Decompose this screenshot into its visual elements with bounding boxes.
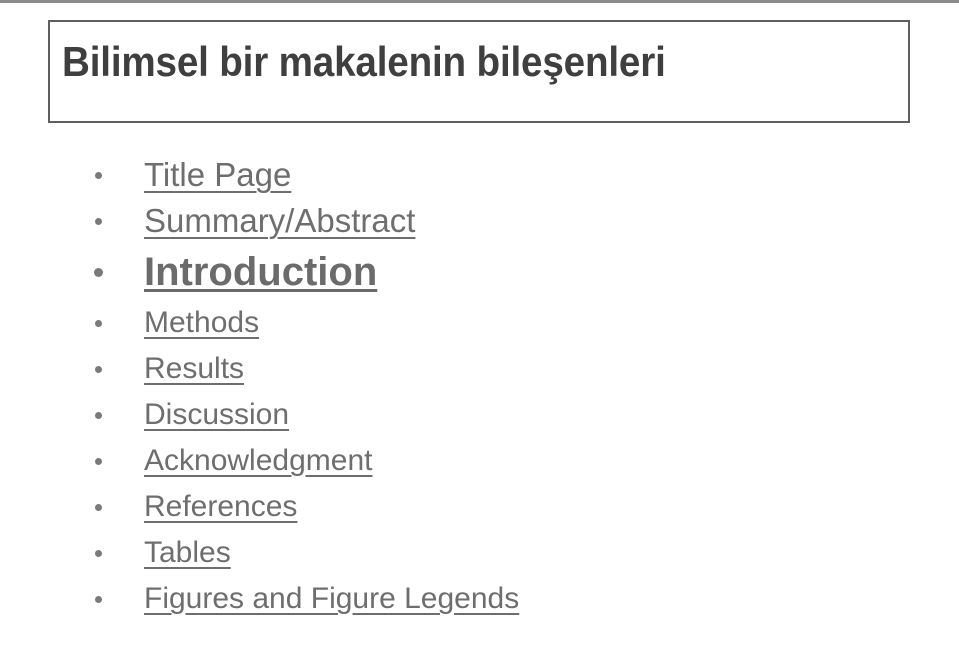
bullet-dot-icon	[95, 504, 102, 511]
list-item-label: Results	[144, 352, 245, 385]
list-item-label: Summary/Abstract	[144, 202, 416, 239]
list-item-label: Methods	[144, 306, 260, 339]
list-item-label: Acknowledgment	[144, 444, 373, 477]
list-item-label: Tables	[144, 536, 231, 569]
list-item-label: Discussion	[144, 398, 290, 431]
bullet-dot-icon	[95, 320, 102, 327]
bullet-dot-icon	[95, 366, 102, 373]
page-top-rule	[0, 0, 959, 3]
bullet-dot-icon	[95, 172, 102, 179]
list-item[interactable]: Summary/Abstract	[0, 198, 959, 244]
list-item[interactable]: Figures and Figure Legends	[0, 576, 959, 622]
bullet-dot-icon	[95, 550, 102, 557]
list-item-label: Title Page	[144, 156, 292, 193]
list-item[interactable]: Discussion	[0, 392, 959, 438]
list-item[interactable]: Title Page	[0, 152, 959, 198]
slide: Bilimsel bir makalenin bileşenleri Title…	[0, 0, 959, 660]
slide-title-box: Bilimsel bir makalenin bileşenleri	[48, 20, 910, 123]
article-sections-list: Title Page Summary/Abstract Introduction…	[0, 152, 959, 622]
page-title: Bilimsel bir makalenin bileşenleri	[62, 38, 666, 85]
list-item[interactable]: Acknowledgment	[0, 438, 959, 484]
list-item[interactable]: Tables	[0, 530, 959, 576]
list-item[interactable]: References	[0, 484, 959, 530]
bullet-dot-icon	[95, 458, 102, 465]
bullet-dot-icon	[94, 268, 103, 277]
bullet-dot-icon	[95, 412, 102, 419]
list-item[interactable]: Results	[0, 346, 959, 392]
list-item-label: Figures and Figure Legends	[144, 582, 520, 615]
list-item[interactable]: Methods	[0, 300, 959, 346]
bullet-dot-icon	[95, 218, 102, 225]
list-item-introduction[interactable]: Introduction	[0, 244, 959, 300]
bullet-dot-icon	[95, 596, 102, 603]
list-item-label: References	[144, 490, 298, 523]
list-item-label: Introduction	[144, 250, 378, 294]
